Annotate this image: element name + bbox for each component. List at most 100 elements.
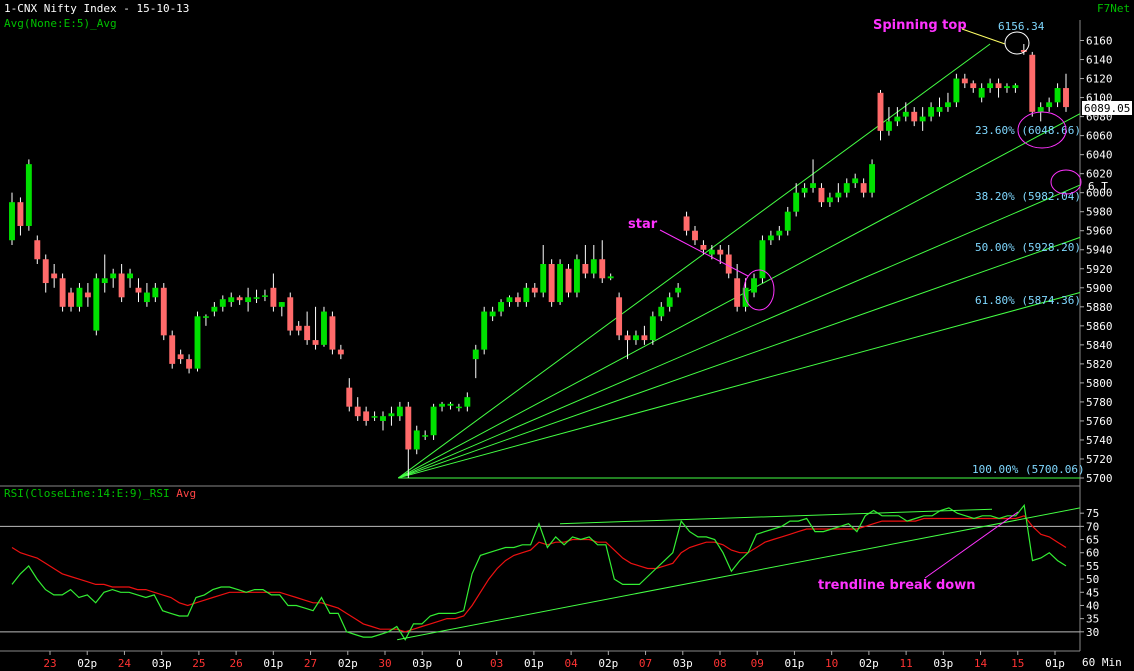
fib-level-label: 100.00% (5700.06) (972, 463, 1085, 476)
candle (759, 235, 766, 284)
candle (945, 92, 951, 112)
candle-body (852, 178, 859, 184)
candle (987, 78, 994, 93)
candle (245, 287, 252, 312)
candle-body (228, 297, 235, 303)
candle (135, 278, 142, 303)
candle-body (531, 287, 538, 293)
candle-body (337, 349, 344, 355)
candle (211, 302, 218, 317)
candle-body (557, 264, 564, 303)
fib-fan-line (398, 43, 991, 479)
candle (961, 73, 968, 89)
candle-body (211, 306, 218, 312)
candle-body (295, 325, 302, 331)
candle (675, 283, 682, 298)
trendline-pointer (924, 511, 1019, 579)
candle (649, 311, 656, 345)
candle (194, 311, 201, 372)
price-tick-label: 5860 (1086, 320, 1113, 333)
candle-body (506, 297, 513, 303)
candle-body (675, 287, 682, 293)
candle (396, 401, 403, 421)
rsi-tick-label: 35 (1086, 613, 1099, 626)
candle (76, 283, 83, 312)
candle-body (784, 211, 791, 231)
candle-body (312, 340, 319, 345)
candle (801, 183, 808, 198)
time-tick-label: 27 (304, 657, 317, 670)
candle (270, 273, 277, 312)
candle (236, 295, 243, 305)
price-tick-label: 6120 (1086, 73, 1113, 86)
rsi-avg-line (11, 515, 1067, 633)
candle (826, 192, 833, 207)
candle (295, 321, 302, 336)
candle-body (464, 397, 471, 407)
rsi-tick-label: 70 (1086, 520, 1099, 533)
price-tick-label: 5920 (1086, 263, 1113, 276)
candle-body (329, 316, 336, 350)
candle-body (565, 268, 572, 293)
candle-body (987, 83, 994, 89)
candle-body (894, 116, 901, 122)
candle (565, 264, 572, 298)
candle-body (801, 187, 808, 193)
candle (413, 425, 420, 455)
candle-body (928, 107, 935, 117)
candle-body (388, 413, 395, 417)
time-tick-label: 01p (524, 657, 544, 670)
candle (548, 259, 555, 307)
candle-body (902, 111, 909, 117)
candle (540, 244, 547, 298)
candle-body (186, 359, 193, 369)
candle-body (127, 273, 133, 279)
candle (616, 292, 623, 341)
candle (573, 254, 580, 298)
time-tick-label: 03p (152, 657, 172, 670)
candle (902, 102, 909, 122)
time-tick-label: 09 (751, 657, 764, 670)
candle-body (936, 107, 943, 112)
candle-body (860, 183, 867, 193)
candle-body (262, 295, 268, 297)
candle-body (202, 316, 209, 318)
candle (354, 397, 361, 421)
candle (118, 264, 125, 303)
candle-body (93, 278, 100, 331)
candle (84, 283, 91, 307)
candle (312, 306, 319, 350)
candle-body (68, 292, 74, 307)
rsi-tick-label: 75 (1086, 507, 1099, 520)
time-tick-label: 30 (378, 657, 391, 670)
candle-body (1037, 107, 1044, 112)
candle (287, 292, 294, 336)
candle (751, 273, 757, 298)
candle (42, 254, 49, 293)
candle (388, 406, 395, 426)
candle (455, 403, 462, 412)
candle-body (9, 202, 15, 241)
candle (582, 244, 589, 279)
time-tick-label: 01p (1045, 657, 1065, 670)
candle-body (245, 297, 252, 303)
time-tick-label: 26 (229, 657, 242, 670)
candle (380, 411, 386, 431)
candle (666, 292, 673, 312)
candle (953, 73, 960, 108)
candle-body (708, 249, 715, 255)
candle (169, 330, 176, 369)
candle-body (219, 299, 226, 307)
candle (683, 211, 690, 236)
candle-body (143, 292, 150, 303)
price-tick-label: 5780 (1086, 396, 1113, 409)
star-pointer (659, 229, 749, 277)
candle-body (751, 278, 757, 293)
candle-body (405, 406, 412, 450)
candle-body (76, 287, 83, 307)
candle (464, 392, 471, 412)
time-tick-label: 10 (825, 657, 838, 670)
candle (321, 306, 327, 347)
candle (506, 295, 513, 307)
candle (514, 292, 521, 307)
